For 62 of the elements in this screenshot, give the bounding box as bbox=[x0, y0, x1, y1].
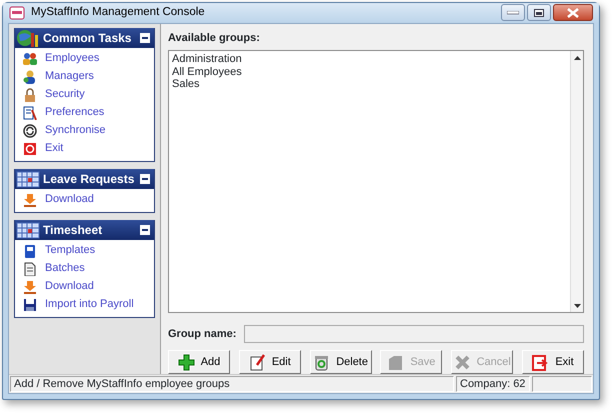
collapse-button[interactable] bbox=[140, 32, 150, 42]
field-label: Group name: bbox=[168, 326, 236, 342]
maximize-icon bbox=[534, 8, 544, 17]
toolbar-button[interactable]: Edit bbox=[238, 350, 301, 374]
exit-icon bbox=[532, 354, 550, 370]
sync-icon bbox=[23, 124, 37, 138]
scrollbar[interactable] bbox=[570, 51, 583, 312]
close-button[interactable] bbox=[553, 4, 593, 22]
cross-icon bbox=[454, 354, 471, 370]
panel-title: Leave Requests bbox=[43, 170, 134, 188]
company-status: Company: 62 bbox=[456, 376, 530, 392]
collapse-button[interactable] bbox=[140, 224, 150, 234]
toolbar-button[interactable]: Add bbox=[168, 350, 230, 374]
task-link[interactable]: Exit bbox=[15, 140, 154, 158]
task-link[interactable]: Managers bbox=[15, 68, 154, 86]
calendar-icon bbox=[16, 220, 40, 238]
list-item[interactable]: Sales bbox=[172, 78, 567, 90]
globe-icon bbox=[16, 28, 40, 46]
maximize-button[interactable] bbox=[527, 4, 551, 22]
page-icon bbox=[23, 262, 37, 276]
status-message: Add / Remove MyStaffInfo employee groups bbox=[10, 376, 454, 392]
list-label: Available groups: bbox=[168, 30, 261, 46]
minus-icon bbox=[142, 226, 148, 232]
plus-icon bbox=[178, 354, 195, 370]
collapse-button[interactable] bbox=[140, 174, 150, 184]
panel-title: Common Tasks bbox=[43, 30, 132, 46]
template-icon bbox=[23, 244, 37, 258]
task-link[interactable]: Preferences bbox=[15, 104, 154, 122]
task-link[interactable]: Security bbox=[15, 86, 154, 104]
download-icon bbox=[23, 280, 37, 294]
close-icon bbox=[567, 8, 579, 18]
toolbar-button[interactable]: Delete bbox=[310, 350, 372, 374]
exit-icon bbox=[23, 142, 37, 156]
minus-icon bbox=[142, 34, 148, 40]
list-item[interactable]: All Employees bbox=[172, 66, 567, 78]
group-name-field[interactable] bbox=[244, 325, 584, 343]
download-icon bbox=[23, 192, 37, 206]
task-link[interactable]: Synchronise bbox=[15, 122, 154, 140]
list-item[interactable]: Administration bbox=[172, 53, 567, 66]
minus-icon bbox=[142, 176, 148, 182]
save-icon bbox=[387, 354, 404, 370]
task-link[interactable]: Download bbox=[15, 278, 154, 296]
task-link[interactable]: Import into Payroll bbox=[15, 296, 154, 314]
window-title: MyStaffInfo Management Console bbox=[31, 5, 205, 20]
task-link[interactable]: Employees bbox=[15, 50, 154, 68]
document-icon bbox=[23, 106, 37, 120]
floppy-icon bbox=[23, 298, 37, 312]
status-panel bbox=[532, 376, 592, 392]
groups-list[interactable]: Administration All Employees Sales bbox=[168, 50, 584, 313]
people-icon bbox=[23, 52, 37, 66]
task-link[interactable]: Batches bbox=[15, 260, 154, 278]
calendar-icon bbox=[16, 170, 40, 188]
minimize-icon bbox=[507, 10, 519, 15]
person-icon bbox=[23, 70, 37, 84]
task-link[interactable]: Download bbox=[15, 190, 154, 208]
lock-icon bbox=[23, 88, 37, 102]
task-link[interactable]: Templates bbox=[15, 242, 154, 260]
recycle-bin-icon bbox=[313, 354, 330, 370]
toolbar-button[interactable]: Exit bbox=[522, 350, 584, 374]
pencil-page-icon bbox=[248, 354, 266, 370]
app-icon bbox=[9, 6, 25, 20]
panel-title: Timesheet bbox=[43, 222, 102, 238]
